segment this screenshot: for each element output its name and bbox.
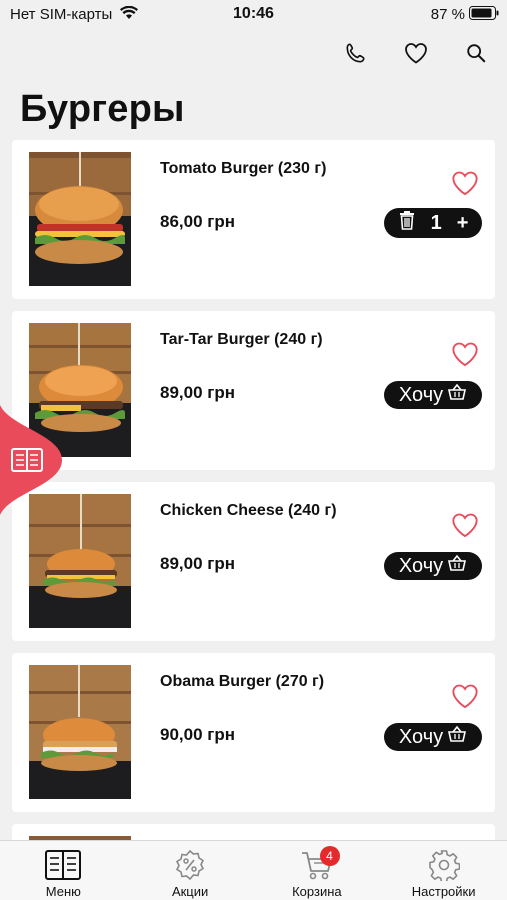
- basket-icon: [447, 554, 467, 578]
- product-name: Tomato Burger (230 г): [160, 160, 327, 177]
- want-label: Хочу: [398, 383, 444, 406]
- battery-icon: [469, 6, 499, 25]
- add-to-cart-button[interactable]: Хочу: [384, 723, 482, 751]
- product-card[interactable]: Obama Burger (270 г) 90,00 грн Хочу: [12, 653, 495, 812]
- basket-icon: [447, 725, 467, 749]
- battery-percent: 87 %: [430, 6, 465, 23]
- tab-promotions[interactable]: Акции: [127, 841, 254, 900]
- cart-badge: 4: [319, 846, 340, 866]
- phone-icon[interactable]: [341, 38, 371, 68]
- product-photo: [29, 152, 131, 286]
- product-name: Obama Burger (270 г): [160, 673, 325, 690]
- add-to-cart-button[interactable]: Хочу: [384, 552, 482, 580]
- discount-icon: [172, 849, 208, 881]
- product-price: 89,00 грн: [160, 554, 235, 573]
- search-icon[interactable]: [461, 38, 491, 68]
- product-list: Tomato Burger (230 г) 86,00 грн 1 + Tar-…: [12, 140, 495, 844]
- plus-button[interactable]: +: [457, 212, 469, 235]
- product-photo: [29, 665, 131, 799]
- tab-label: Меню: [45, 884, 81, 899]
- product-price: 90,00 грн: [160, 725, 235, 744]
- trash-icon[interactable]: [398, 210, 416, 236]
- product-card[interactable]: Tar-Tar Burger (240 г) 89,00 грн Хочу: [12, 311, 495, 470]
- product-name: Tar-Tar Burger (240 г): [160, 331, 323, 348]
- header-actions: [341, 38, 491, 68]
- tab-menu[interactable]: Меню: [0, 841, 127, 900]
- quantity-value: 1: [430, 211, 442, 234]
- want-label: Хочу: [398, 554, 444, 577]
- side-menu-tab[interactable]: [0, 405, 62, 515]
- product-price: 86,00 грн: [160, 212, 235, 231]
- product-name: Chicken Cheese (240 г): [160, 502, 337, 519]
- want-label: Хочу: [398, 725, 444, 748]
- menu-book-icon: [45, 849, 82, 881]
- tab-label: Настройки: [411, 884, 476, 899]
- favorite-heart-icon[interactable]: [451, 170, 481, 198]
- basket-icon: [447, 383, 467, 407]
- tab-label: Акции: [171, 884, 209, 899]
- tab-label: Корзина: [292, 884, 342, 899]
- tab-bar: Меню Акции 4 Корзина Настройки: [0, 840, 507, 900]
- favorite-heart-icon[interactable]: [451, 341, 481, 369]
- product-card[interactable]: Tomato Burger (230 г) 86,00 грн 1 +: [12, 140, 495, 299]
- heart-icon[interactable]: [401, 38, 431, 68]
- gear-icon: [426, 849, 462, 881]
- status-bar: Нет SIM-карты 10:46 87 %: [0, 0, 507, 30]
- favorite-heart-icon[interactable]: [451, 512, 481, 540]
- quantity-stepper[interactable]: 1 +: [384, 208, 482, 238]
- tab-cart[interactable]: 4 Корзина: [254, 841, 381, 900]
- favorite-heart-icon[interactable]: [451, 683, 481, 711]
- add-to-cart-button[interactable]: Хочу: [384, 381, 482, 409]
- page-title: Бургеры: [20, 88, 185, 130]
- product-price: 89,00 грн: [160, 383, 235, 402]
- tab-settings[interactable]: Настройки: [380, 841, 507, 900]
- product-card[interactable]: Chicken Cheese (240 г) 89,00 грн Хочу: [12, 482, 495, 641]
